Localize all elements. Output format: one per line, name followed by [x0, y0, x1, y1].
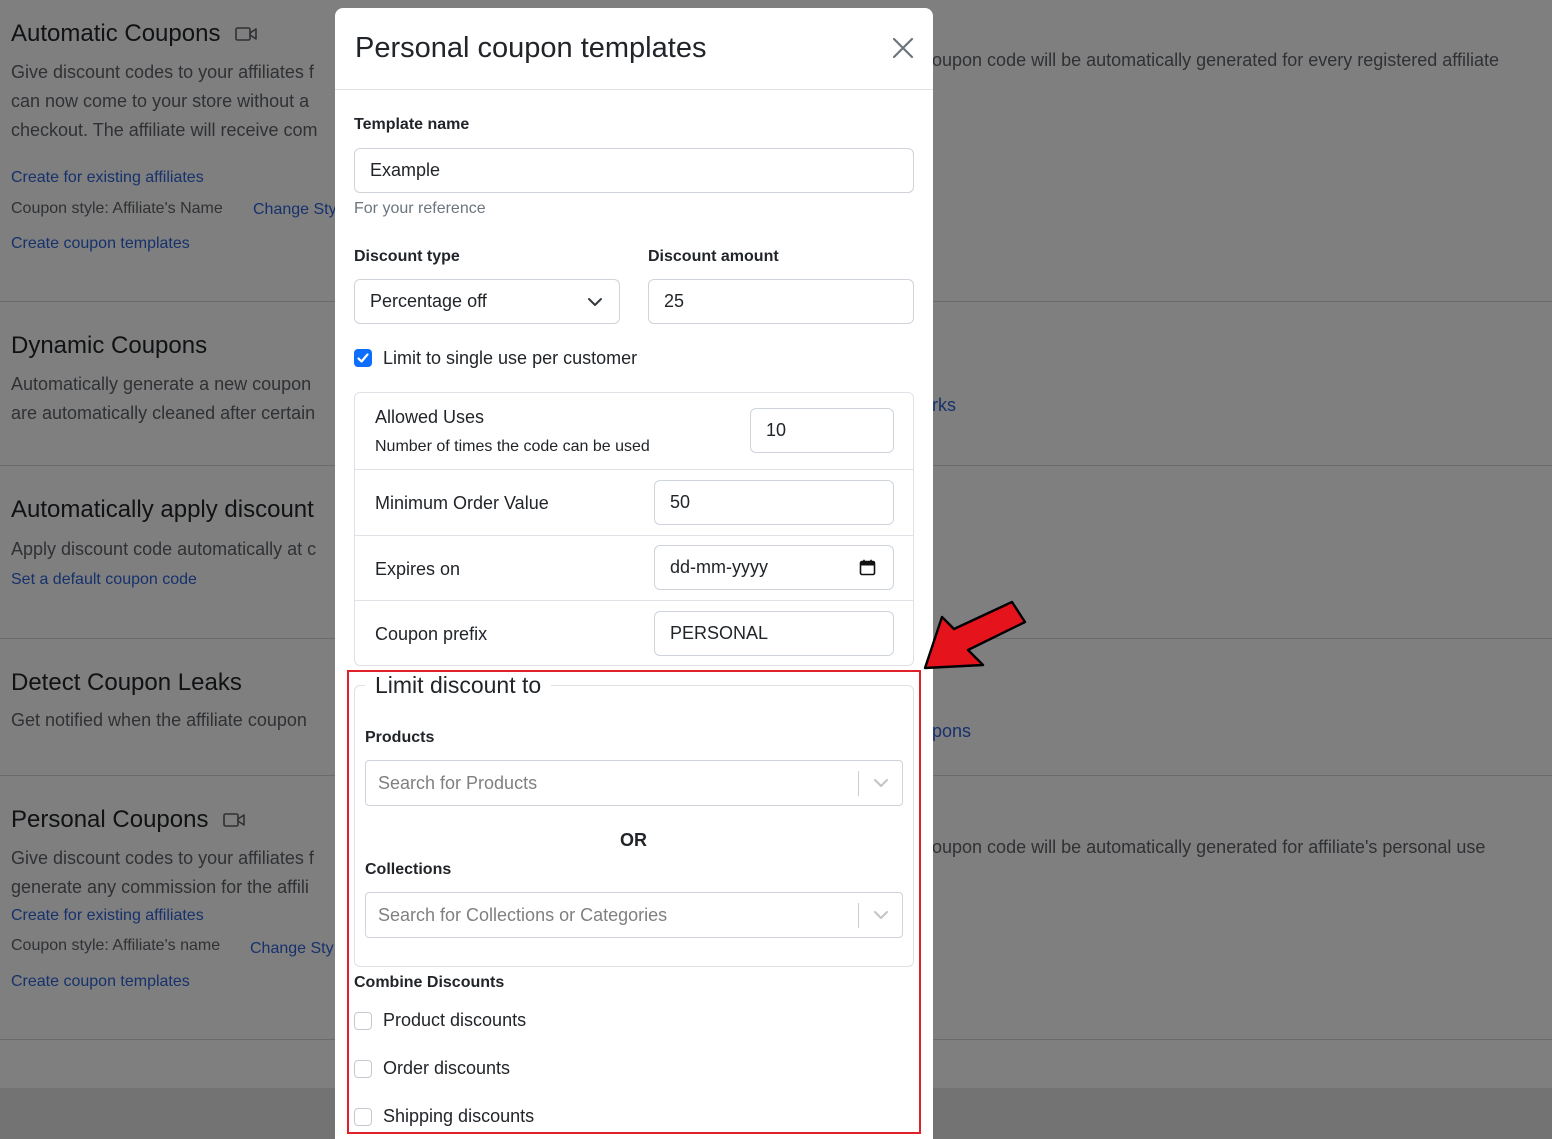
checkmark-icon — [357, 353, 369, 363]
row-divider — [355, 600, 913, 601]
min-order-value: 50 — [670, 492, 691, 512]
single-use-label: Limit to single use per customer — [383, 348, 638, 368]
annotation-highlight-box — [347, 670, 921, 1134]
close-icon — [892, 37, 914, 59]
allowed-uses-value: 10 — [766, 420, 787, 440]
usage-settings-table: Allowed Uses Number of times the code ca… — [354, 392, 914, 666]
annotation-arrow-icon — [923, 600, 1027, 670]
calendar-icon[interactable] — [859, 559, 876, 576]
discount-amount-input[interactable]: 25 — [648, 279, 914, 324]
min-order-input[interactable]: 50 — [654, 480, 894, 525]
close-button[interactable] — [891, 36, 915, 60]
min-order-label: Minimum Order Value — [375, 493, 549, 513]
discount-type-label: Discount type — [354, 248, 460, 265]
coupon-prefix-value: PERSONAL — [670, 623, 769, 643]
expires-label: Expires on — [375, 559, 461, 579]
discount-amount-label: Discount amount — [648, 248, 779, 265]
template-name-label: Template name — [354, 116, 470, 133]
row-divider — [355, 535, 913, 536]
template-name-input[interactable]: Example — [354, 148, 914, 193]
allowed-uses-label: Allowed Uses — [375, 407, 485, 427]
template-name-value: Example — [370, 160, 441, 180]
chevron-down-icon — [588, 298, 602, 306]
expires-placeholder: dd-mm-yyyy — [670, 557, 768, 577]
allowed-uses-input[interactable]: 10 — [750, 408, 894, 453]
expires-date-input[interactable]: dd-mm-yyyy — [654, 545, 894, 590]
template-name-help: For your reference — [354, 200, 486, 217]
modal-title: Personal coupon templates — [355, 32, 707, 64]
discount-amount-value: 25 — [664, 291, 685, 311]
row-divider — [355, 469, 913, 470]
discount-type-select[interactable]: Percentage off — [354, 279, 620, 324]
coupon-prefix-input[interactable]: PERSONAL — [654, 611, 894, 656]
single-use-checkbox[interactable] — [354, 349, 372, 367]
allowed-uses-help: Number of times the code can be used — [375, 438, 650, 455]
discount-type-value: Percentage off — [370, 291, 487, 311]
coupon-prefix-label: Coupon prefix — [375, 624, 488, 644]
modal-header: Personal coupon templates — [335, 8, 933, 90]
